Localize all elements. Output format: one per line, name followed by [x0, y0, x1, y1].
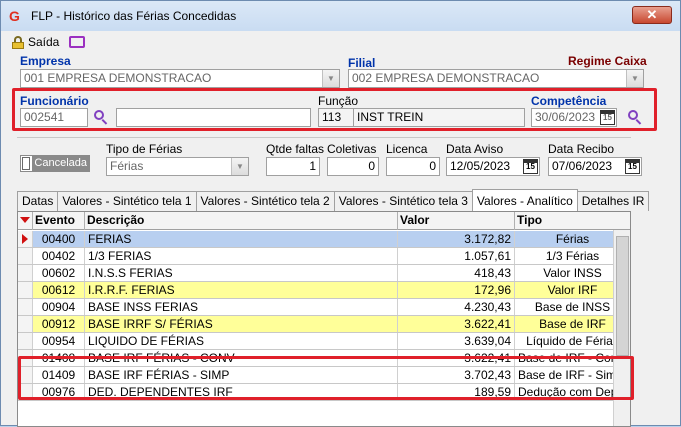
- row-indicator[interactable]: [18, 248, 33, 264]
- cell-descricao[interactable]: I.N.S.S FERIAS: [85, 265, 398, 281]
- header-valor[interactable]: Valor: [398, 212, 515, 230]
- row-indicator[interactable]: [18, 231, 33, 247]
- data-recibo-value: 07/06/2023: [552, 159, 613, 173]
- grid-header: Evento Descrição Valor Tipo: [18, 212, 630, 230]
- header-evento[interactable]: Evento: [33, 212, 85, 230]
- tab-analitico[interactable]: Valores - Analítico: [471, 189, 578, 211]
- header-descricao[interactable]: Descrição: [85, 212, 398, 230]
- window-title: FLP - Histórico das Férias Concedidas: [31, 9, 237, 23]
- licenca-field[interactable]: 0: [386, 157, 440, 176]
- tipo-ferias-value: Férias: [110, 159, 144, 173]
- row-indicator[interactable]: [18, 282, 33, 298]
- monitor-icon: [69, 36, 85, 48]
- cell-valor[interactable]: 3.622,41: [398, 316, 515, 332]
- sort-arrow-icon[interactable]: [20, 217, 30, 223]
- tab-datas[interactable]: Datas: [17, 191, 59, 211]
- cell-descricao[interactable]: LIQUIDO DE FÉRIAS: [85, 333, 398, 349]
- cell-descricao[interactable]: I.R.R.F. FERIAS: [85, 282, 398, 298]
- table-row[interactable]: 00954 LIQUIDO DE FÉRIAS 3.639,04 Líquido de…: [18, 333, 630, 350]
- cell-valor[interactable]: 3.639,04: [398, 333, 515, 349]
- table-row[interactable]: 00602 I.N.S.S FERIAS 418,43 Valor INSS: [18, 265, 630, 282]
- cell-descricao[interactable]: 1/3 FERIAS: [85, 248, 398, 264]
- main-window: G FLP - Histórico das Férias Concedidas …: [0, 0, 681, 427]
- row-indicator[interactable]: [18, 316, 33, 332]
- coletivas-field[interactable]: 0: [327, 157, 379, 176]
- table-row[interactable]: 00612 I.R.R.F. FERIAS 172,96 Valor IRF: [18, 282, 630, 299]
- data-aviso-value: 12/05/2023: [450, 159, 511, 173]
- filial-select[interactable]: 002 EMPRESA DEMONSTRACAO ▼: [348, 69, 644, 88]
- exit-label: Saída: [28, 35, 60, 49]
- cell-valor[interactable]: 1.057,61: [398, 248, 515, 264]
- cell-valor[interactable]: 172,96: [398, 282, 515, 298]
- cell-evento[interactable]: 00612: [33, 282, 85, 298]
- cell-descricao[interactable]: FERIAS: [85, 231, 398, 247]
- tab-sintetico-3[interactable]: Valores - Sintético tela 3: [333, 191, 473, 211]
- cell-evento[interactable]: 00402: [33, 248, 85, 264]
- tipo-ferias-select[interactable]: Férias ▼: [106, 157, 249, 176]
- calendar-icon[interactable]: 15: [523, 159, 538, 174]
- data-aviso-label: Data Aviso: [446, 142, 504, 156]
- tab-sintetico-2[interactable]: Valores - Sintético tela 2: [195, 191, 335, 211]
- current-row-arrow-icon: [22, 234, 28, 244]
- cell-descricao[interactable]: BASE INSS FERIAS: [85, 299, 398, 315]
- tab-detalhes-ir[interactable]: Detalhes IR: [576, 191, 650, 211]
- close-button[interactable]: ✕: [632, 6, 672, 24]
- data-recibo-label: Data Recibo: [548, 142, 615, 156]
- row-indicator[interactable]: [18, 299, 33, 315]
- highlight-box-rows: [18, 356, 634, 400]
- qtde-faltas-label: Qtde faltas: [266, 142, 325, 156]
- coletivas-label: Coletivas: [327, 142, 377, 156]
- highlight-box-header: [12, 88, 657, 131]
- tab-strip: Datas Valores - Sintético tela 1 Valores…: [17, 189, 650, 211]
- exit-button[interactable]: Saída: [12, 33, 59, 51]
- table-row[interactable]: 00904 BASE INSS FERIAS 4.230,43 Base de INS…: [18, 299, 630, 316]
- calendar-icon[interactable]: 15: [625, 159, 640, 174]
- header-indicator: [18, 212, 33, 230]
- cell-evento[interactable]: 00904: [33, 299, 85, 315]
- empresa-value: 001 EMPRESA DEMONSTRACAO: [24, 71, 212, 85]
- row-indicator[interactable]: [18, 265, 33, 281]
- table-row[interactable]: 00402 1/3 FERIAS 1.057,61 1/3 Férias: [18, 248, 630, 265]
- regime-caixa-label: Regime Caixa: [568, 54, 647, 68]
- chevron-down-icon[interactable]: ▼: [231, 158, 248, 175]
- cell-evento[interactable]: 00912: [33, 316, 85, 332]
- cell-evento[interactable]: 00602: [33, 265, 85, 281]
- data-aviso-field[interactable]: 12/05/2023 15: [446, 157, 540, 176]
- tab-sintetico-1[interactable]: Valores - Sintético tela 1: [57, 191, 197, 211]
- divider: [17, 137, 631, 138]
- chevron-down-icon[interactable]: ▼: [626, 70, 643, 87]
- checkbox-box[interactable]: [22, 157, 31, 170]
- cell-descricao[interactable]: BASE IRRF S/ FÉRIAS: [85, 316, 398, 332]
- licenca-label: Licenca: [386, 142, 428, 156]
- cell-evento[interactable]: 00400: [33, 231, 85, 247]
- cell-valor[interactable]: 418,43: [398, 265, 515, 281]
- tipo-ferias-label: Tipo de Férias: [106, 142, 183, 156]
- cell-valor[interactable]: 3.172,82: [398, 231, 515, 247]
- cancelada-checkbox[interactable]: Cancelada: [20, 155, 90, 172]
- cancelada-label: Cancelada: [32, 156, 89, 171]
- empresa-select[interactable]: 001 EMPRESA DEMONSTRACAO ▼: [20, 69, 340, 88]
- lock-icon: [12, 35, 24, 49]
- table-row[interactable]: 00912 BASE IRRF S/ FÉRIAS 3.622,41 Base de …: [18, 316, 630, 333]
- table-row[interactable]: 00400 FERIAS 3.172,82 Férias: [18, 231, 630, 248]
- qtde-faltas-field[interactable]: 1: [266, 157, 320, 176]
- toolbar: Saída: [9, 33, 669, 51]
- monitor-button[interactable]: [69, 33, 85, 51]
- header-tipo[interactable]: Tipo: [515, 212, 630, 230]
- filial-label: Filial: [348, 56, 376, 70]
- data-recibo-field[interactable]: 07/06/2023 15: [548, 157, 642, 176]
- chevron-down-icon[interactable]: ▼: [322, 70, 339, 87]
- empresa-label: Empresa: [20, 54, 71, 68]
- cell-evento[interactable]: 00954: [33, 333, 85, 349]
- title-bar: G FLP - Histórico das Férias Concedidas …: [1, 1, 680, 31]
- scrollbar-thumb[interactable]: [616, 236, 629, 356]
- filial-value: 002 EMPRESA DEMONSTRACAO: [352, 71, 540, 85]
- cell-valor[interactable]: 4.230,43: [398, 299, 515, 315]
- row-indicator[interactable]: [18, 333, 33, 349]
- app-logo-icon: G: [9, 8, 20, 24]
